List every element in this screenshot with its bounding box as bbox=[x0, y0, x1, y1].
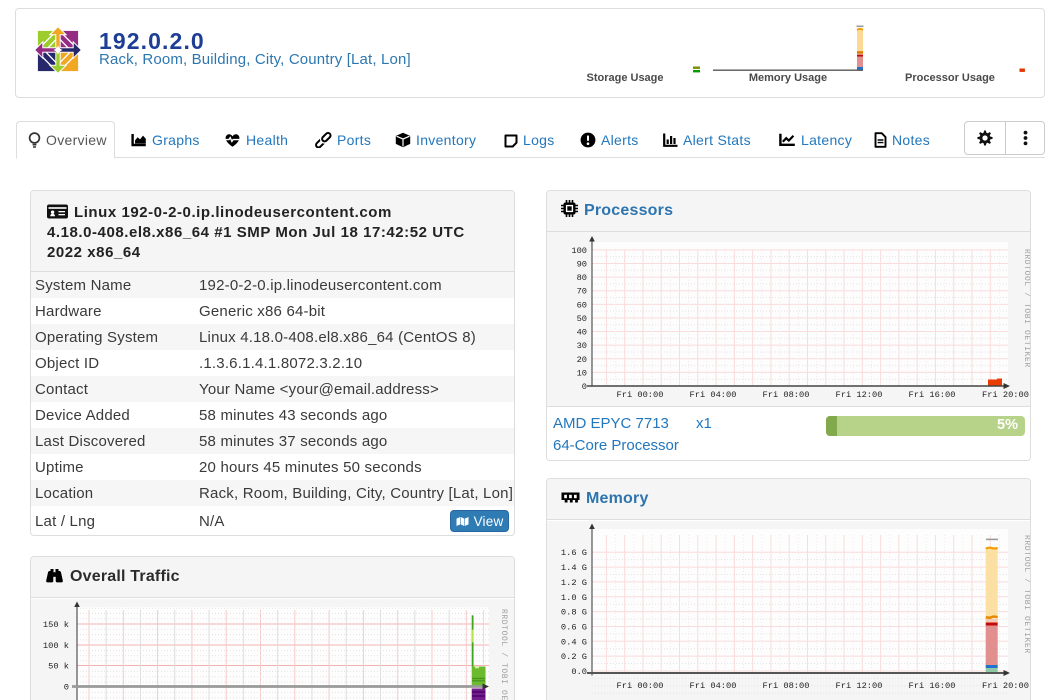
svg-text:1.2 G: 1.2 G bbox=[561, 578, 587, 588]
svg-text:1.0 G: 1.0 G bbox=[561, 593, 587, 603]
svg-text:80: 80 bbox=[577, 273, 587, 283]
svg-text:Fri 16:00: Fri 16:00 bbox=[909, 390, 956, 400]
svg-text:60: 60 bbox=[577, 300, 587, 310]
svg-text:Fri 00:00: Fri 00:00 bbox=[617, 390, 664, 400]
svg-text:1.4 G: 1.4 G bbox=[561, 563, 587, 573]
svg-text:Fri 12:00: Fri 12:00 bbox=[836, 681, 883, 691]
svg-text:30: 30 bbox=[577, 341, 587, 351]
svg-text:Fri 00:00: Fri 00:00 bbox=[617, 681, 664, 691]
svg-text:70: 70 bbox=[577, 287, 587, 297]
svg-text:100: 100 bbox=[571, 246, 587, 256]
svg-text:0.0: 0.0 bbox=[571, 667, 587, 677]
svg-text:150 k: 150 k bbox=[43, 620, 69, 630]
svg-text:Fri 08:00: Fri 08:00 bbox=[763, 390, 810, 400]
svg-text:20: 20 bbox=[577, 355, 587, 365]
svg-text:Fri 20:00: Fri 20:00 bbox=[982, 390, 1029, 400]
svg-text:50: 50 bbox=[577, 314, 587, 324]
svg-text:0: 0 bbox=[582, 382, 587, 392]
svg-text:90: 90 bbox=[577, 260, 587, 270]
svg-text:Fri 04:00: Fri 04:00 bbox=[690, 681, 737, 691]
svg-text:RRDTOOL / TOBI OETIKER: RRDTOOL / TOBI OETIKER bbox=[499, 609, 508, 700]
svg-text:50 k: 50 k bbox=[48, 662, 69, 672]
svg-text:Fri 12:00: Fri 12:00 bbox=[836, 390, 883, 400]
svg-text:100 k: 100 k bbox=[43, 641, 69, 651]
svg-text:0: 0 bbox=[64, 683, 69, 693]
svg-text:Fri 08:00: Fri 08:00 bbox=[763, 681, 810, 691]
svg-text:0.2 G: 0.2 G bbox=[561, 652, 587, 662]
svg-text:Fri 04:00: Fri 04:00 bbox=[690, 390, 737, 400]
svg-text:RRDTOOL / TOBI OETIKER: RRDTOOL / TOBI OETIKER bbox=[1022, 249, 1031, 368]
svg-text:Fri 16:00: Fri 16:00 bbox=[909, 681, 956, 691]
svg-text:10: 10 bbox=[577, 368, 587, 378]
svg-text:0.4 G: 0.4 G bbox=[561, 637, 587, 647]
svg-text:RRDTOOL / TOBI OETIKER: RRDTOOL / TOBI OETIKER bbox=[1022, 535, 1031, 654]
svg-text:1.6 G: 1.6 G bbox=[561, 548, 587, 558]
svg-text:0.6 G: 0.6 G bbox=[561, 623, 587, 633]
svg-text:Fri 20:00: Fri 20:00 bbox=[982, 681, 1029, 691]
svg-text:40: 40 bbox=[577, 328, 587, 338]
svg-text:0.8 G: 0.8 G bbox=[561, 608, 587, 618]
